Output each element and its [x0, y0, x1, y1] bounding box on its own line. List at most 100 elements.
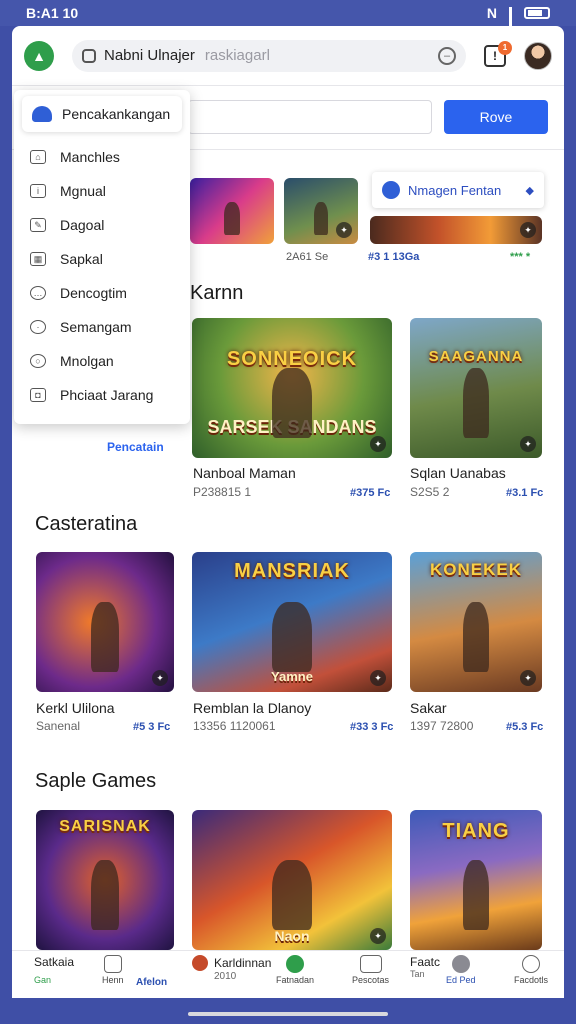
promo-chip[interactable]: Nmagen Fentan ◆	[372, 172, 544, 208]
strip-meta-left: 2A61 Se	[286, 251, 329, 263]
game-title[interactable]: Sqlan Uanabas	[410, 465, 506, 481]
nav-label: Facdotls	[514, 975, 549, 985]
game-meta: Sanenal	[36, 719, 81, 733]
dropdown-header[interactable]: Pencakankangan	[22, 96, 182, 132]
nav-item-phone[interactable]: Henn	[102, 955, 124, 985]
notification-badge: 1	[498, 40, 512, 55]
nav-item-pescotas[interactable]: Pescotas	[352, 955, 389, 985]
nav-label: Afelon	[136, 977, 168, 988]
game-art[interactable]: Naon ✦	[192, 810, 392, 950]
menu-item-label: Sapkal	[60, 251, 103, 267]
game-art[interactable]: TIANG	[410, 810, 542, 950]
game-title[interactable]: Kerkl Ulilona	[36, 700, 115, 716]
art-title: SAAGANNA	[428, 348, 524, 365]
strip-tile-3[interactable]: ✦	[370, 216, 542, 244]
status-bar: B:A1 10 N	[0, 0, 576, 40]
notification-icon[interactable]: ! 1	[484, 40, 512, 67]
section-title: Karnn	[190, 282, 244, 304]
nav-item-fatnadan[interactable]: Fatnadan	[276, 955, 314, 985]
game-meta: P238815 1	[193, 485, 252, 499]
battery-icon	[524, 7, 550, 19]
nav-left-title: Satkaia	[34, 955, 75, 969]
menu-item-4[interactable]: … Dencogtim	[14, 276, 190, 310]
game-title[interactable]: Remblan la Dlanoy	[193, 700, 311, 716]
dropdown-header-label: Pencakankangan	[62, 106, 171, 122]
badge-icon: ✦	[370, 436, 386, 452]
chat-icon	[286, 955, 305, 973]
menu-item-1[interactable]: i Mgnual	[14, 174, 190, 208]
art-title: TIANG	[442, 820, 510, 842]
menu-item-label: Semangam	[60, 319, 132, 335]
search-query[interactable]: Nabni Ulnajer	[104, 47, 195, 64]
nav-label: Pescotas	[352, 975, 390, 985]
game-art[interactable]: SONNEOICK SARSEK SANDANS ✦	[192, 318, 392, 458]
info-icon: i	[30, 184, 46, 198]
menu-item-7[interactable]: ◘ Phciaat Jarang	[14, 378, 190, 412]
menu-item-label: Phciaat Jarang	[60, 387, 154, 403]
search-icon: ○	[30, 354, 46, 368]
character-art	[272, 860, 312, 931]
nav-center-block[interactable]: Karldinnan 2010	[192, 955, 271, 982]
avatar[interactable]	[524, 41, 552, 70]
game-art[interactable]: SAAGANNA ✦	[410, 318, 542, 458]
character-art	[462, 860, 490, 931]
menu-item-3[interactable]: ▦ Sapkal	[14, 242, 190, 276]
menu-item-label: Mgnual	[60, 183, 106, 199]
character-art	[223, 201, 241, 235]
menu-item-5[interactable]: · Semangam	[14, 310, 190, 344]
grid-icon: ▦	[30, 252, 46, 266]
go-button[interactable]: Rove	[444, 100, 548, 134]
clear-icon[interactable]: –	[438, 46, 456, 65]
game-price: #5 3 Fc	[133, 721, 171, 733]
strip-tile-1[interactable]	[190, 178, 274, 244]
character-art	[462, 368, 490, 439]
nav-item-afelon[interactable]: Afelon	[136, 977, 167, 988]
game-meta: 13356 1120061	[193, 719, 276, 733]
promo-icon	[382, 181, 400, 199]
dropdown-caption[interactable]: Pencatain	[107, 440, 164, 454]
section-title: Saple Games	[35, 770, 157, 792]
app-logo[interactable]: ▲	[24, 40, 54, 71]
menu-item-0[interactable]: ⌂ Manchles	[14, 140, 190, 174]
nav-item-edped[interactable]: Ed Ped	[446, 955, 476, 985]
nfc-icon: N	[486, 5, 497, 21]
chevron-down-icon: ◆	[525, 184, 534, 197]
game-title[interactable]: Nanboal Maman	[193, 465, 296, 481]
game-title[interactable]: Sakar	[410, 700, 447, 716]
game-art[interactable]: ✦	[36, 552, 174, 692]
signal-icon	[509, 7, 512, 40]
search-icon	[82, 48, 96, 63]
status-time: B:A1 10	[26, 5, 79, 21]
nav-left-block[interactable]: Satkaia Gan	[34, 955, 74, 985]
game-price: #5.3 Fc	[506, 721, 544, 733]
menu-item-6[interactable]: ○ Mnolgan	[14, 344, 190, 378]
search-bar[interactable]: Nabni Ulnajer raskiagarl –	[72, 39, 466, 72]
nav-item-facdotls[interactable]: Facdotls	[514, 955, 548, 985]
nav-right-block[interactable]: Faatc Tan	[410, 955, 440, 979]
character-art	[91, 860, 119, 931]
game-price: #33 3 Fc	[350, 721, 394, 733]
promo-label: Nmagen Fentan	[408, 182, 502, 198]
badge-icon: ✦	[336, 222, 352, 238]
strip-meta-mid: #3 1 13Ga	[368, 251, 420, 263]
game-price: #3.1 Fc	[506, 487, 544, 499]
badge-icon: ✦	[370, 670, 386, 686]
home-icon: ⌂	[30, 150, 46, 164]
menu-item-label: Mnolgan	[60, 353, 114, 369]
game-price: #375 Fc	[350, 487, 391, 499]
menu-item-2[interactable]: ✎ Dagoal	[14, 208, 190, 242]
art-title: SARISNAK	[59, 818, 151, 835]
game-art[interactable]: MANSRIAK Yamne ✦	[192, 552, 392, 692]
pen-icon	[32, 106, 52, 122]
game-art[interactable]: KONEKEK ✦	[410, 552, 542, 692]
clock-icon: ·	[30, 320, 46, 334]
badge-icon: ✦	[152, 670, 168, 686]
menu-item-label: Dagoal	[60, 217, 105, 233]
app-window: ▲ Nabni Ulnajer raskiagarl – ! 1 Rove Pe…	[12, 26, 564, 998]
home-indicator[interactable]	[188, 1012, 388, 1016]
game-art[interactable]: SARISNAK	[36, 810, 174, 950]
section-title: Casteratina	[35, 513, 138, 535]
secondary-input[interactable]	[188, 100, 432, 134]
nav-right-title: Faatc	[410, 955, 441, 969]
strip-tile-2[interactable]: ✦	[284, 178, 358, 244]
